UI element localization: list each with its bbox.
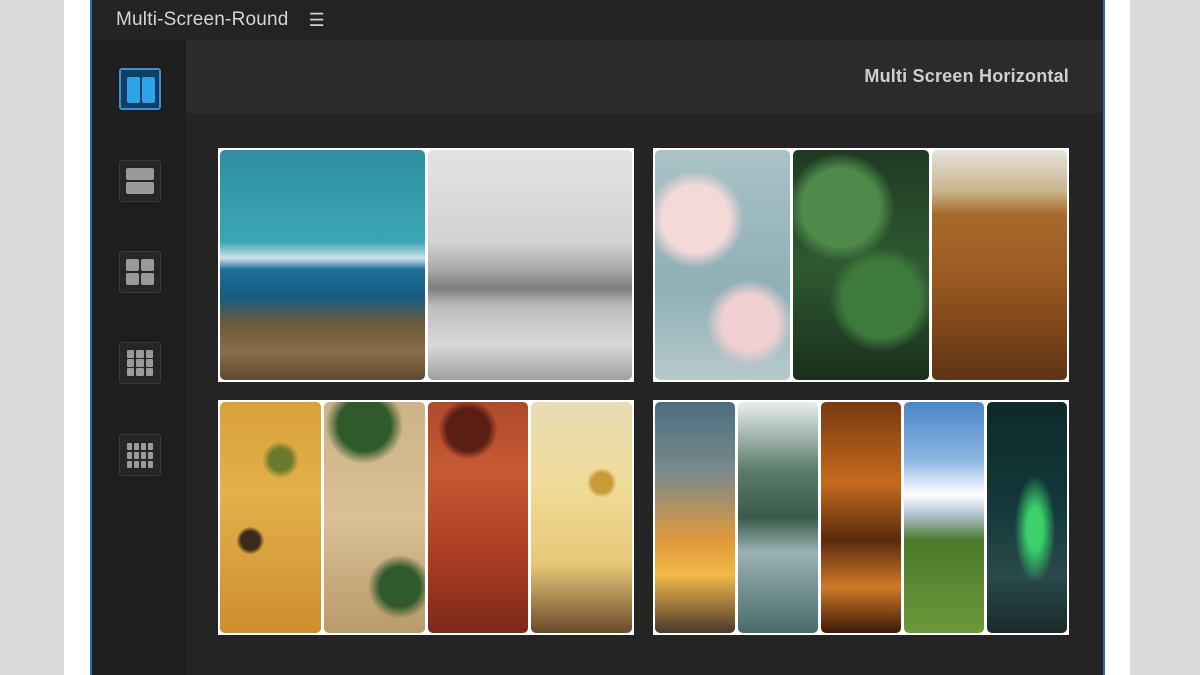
layout-3x3-button[interactable] — [119, 342, 161, 384]
screen-thumbnail-autumn-forest — [821, 402, 901, 633]
screen-thumbnail-sunset — [655, 402, 735, 633]
screen-thumbnail-leaves — [793, 150, 929, 380]
window-title: Multi-Screen-Round — [116, 9, 289, 30]
preset-3-screens[interactable] — [653, 148, 1069, 382]
title-bar: Multi-Screen-Round ☰ — [92, 0, 1103, 40]
screen-thumbnail-coast — [220, 150, 425, 380]
screen-thumbnail-aurora — [987, 402, 1067, 633]
preset-2-screens[interactable] — [218, 148, 634, 382]
screen-thumbnail-waterfront — [427, 150, 632, 380]
page-title: Multi Screen Horizontal — [864, 66, 1069, 86]
screen-thumbnail-spaghetti — [323, 402, 425, 633]
grid-4x3-icon — [127, 443, 153, 468]
layout-4x3-button[interactable] — [119, 434, 161, 476]
main-area: Multi Screen Horizontal — [186, 40, 1103, 675]
preset-4-screens[interactable] — [218, 400, 634, 635]
layout-2-columns-button[interactable] — [119, 68, 161, 110]
menu-icon[interactable]: ☰ — [309, 10, 325, 31]
screen-thumbnail-pepperoni — [427, 402, 529, 633]
screen-thumbnail-blossoms — [655, 150, 791, 380]
preset-5-screens[interactable] — [653, 400, 1069, 635]
layout-2x2-button[interactable] — [119, 251, 161, 293]
layout-sidebar — [92, 40, 186, 675]
main-header: Multi Screen Horizontal — [186, 40, 1103, 113]
layout-2-rows-button[interactable] — [119, 160, 161, 202]
screen-thumbnail-cheese — [531, 402, 632, 633]
grid-3x3-icon — [127, 350, 153, 376]
screen-thumbnail-wheat — [931, 150, 1067, 380]
screen-thumbnail-mountain-lake — [738, 402, 818, 633]
screen-thumbnail-pizza — [220, 402, 321, 633]
two-columns-icon — [127, 77, 155, 103]
app-panel: Multi-Screen-Round ☰ Multi Screen Horizo… — [90, 0, 1105, 675]
two-rows-icon — [126, 168, 154, 194]
screen-thumbnail-alpine-meadow — [904, 402, 984, 633]
grid-2x2-icon — [126, 259, 154, 285]
